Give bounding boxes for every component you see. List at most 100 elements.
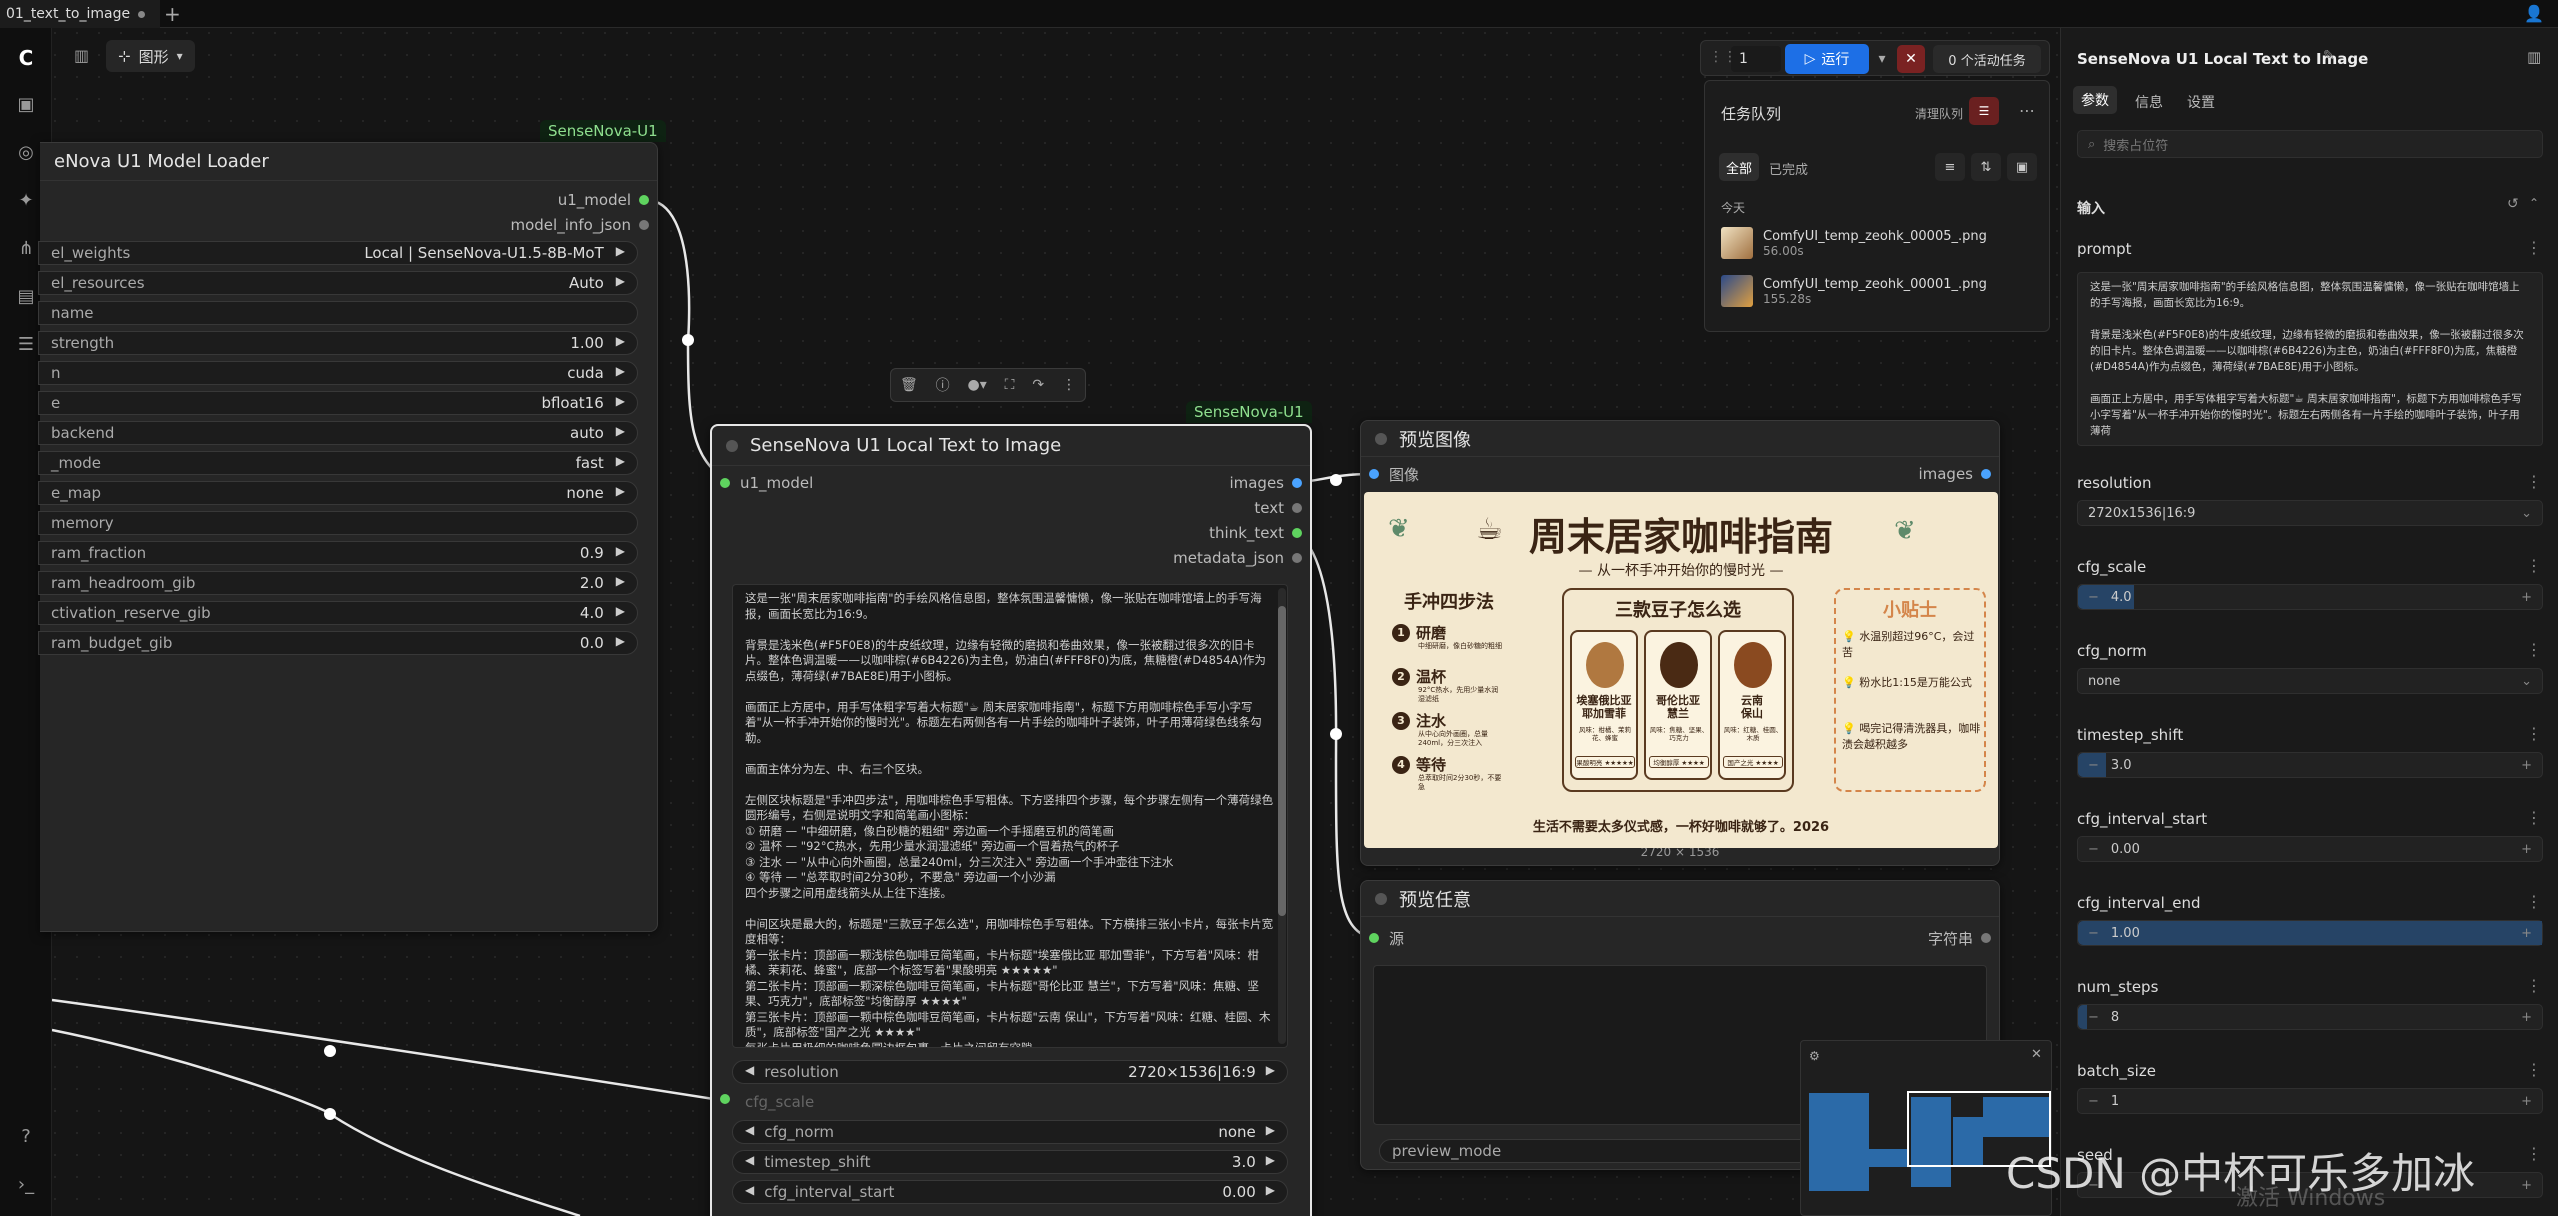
loader-widget-13[interactable]: ram_budget_gib 0.0 ▶: [38, 631, 638, 655]
t2i-widget-3[interactable]: ◀ timestep_shift 3.0 ▶: [732, 1150, 1288, 1174]
plus-icon[interactable]: +: [2521, 1094, 2532, 1109]
collapse-icon[interactable]: ⌃: [2529, 196, 2539, 210]
reset-icon[interactable]: ↺: [2507, 196, 2519, 212]
loader-widget-8[interactable]: e_map none ▶: [38, 481, 638, 505]
more-icon[interactable]: ⋯: [2019, 101, 2035, 120]
loader-widget-12[interactable]: ctivation_reserve_gib 4.0 ▶: [38, 601, 638, 625]
queue-item[interactable]: ComfyUI_temp_zeohk_00001_.png 155.28s: [1721, 271, 1987, 311]
trash-icon[interactable]: 🗑: [900, 377, 918, 393]
plus-icon[interactable]: +: [2521, 1010, 2532, 1025]
minus-icon[interactable]: −: [2088, 590, 2099, 605]
port-dot[interactable]: [1292, 503, 1302, 513]
output-images[interactable]: images: [1229, 472, 1302, 494]
close-icon[interactable]: ✕: [2031, 1047, 2042, 1062]
run-button[interactable]: ▷ 运行: [1785, 44, 1869, 74]
increment-arrow-icon[interactable]: ▶: [616, 244, 625, 262]
t2i-widget-1[interactable]: cfg_scale: [732, 1090, 1288, 1114]
input-image[interactable]: 图像: [1369, 463, 1419, 485]
loader-widget-10[interactable]: ram_fraction 0.9 ▶: [38, 541, 638, 565]
param-input-cfg_interval_start[interactable]: −0.00 +: [2077, 836, 2543, 862]
prompt-field[interactable]: 这是一张"周末居家咖啡指南"的手绘风格信息图，整体氛围温馨慵懒，像一张贴在咖啡馆…: [2077, 272, 2543, 446]
loader-widget-1[interactable]: el_resources Auto ▶: [38, 271, 638, 295]
prompt-scrollbar[interactable]: [1278, 588, 1286, 1044]
increment-arrow-icon[interactable]: ▶: [1266, 1183, 1275, 1201]
increment-arrow-icon[interactable]: ▶: [616, 544, 625, 562]
plus-icon[interactable]: +: [2521, 1178, 2532, 1193]
cfg-scale-input-dot[interactable]: [720, 1094, 730, 1104]
param-input-cfg_norm[interactable]: none ⌄: [2077, 668, 2543, 694]
tab-params[interactable]: 参数: [2073, 86, 2117, 114]
minus-icon[interactable]: −: [2088, 1010, 2099, 1025]
port-dot[interactable]: [1292, 528, 1302, 538]
more-icon[interactable]: ⋮: [2526, 724, 2542, 743]
port-dot[interactable]: [720, 478, 730, 488]
param-input-cfg_interval_end[interactable]: −1.00 +: [2077, 920, 2543, 946]
loader-widget-3[interactable]: strength 1.00 ▶: [38, 331, 638, 355]
redo-icon[interactable]: ↷: [1032, 377, 1044, 393]
run-options-chevron-icon[interactable]: ▾: [1871, 44, 1893, 74]
plus-icon[interactable]: +: [2521, 926, 2532, 941]
loader-widget-9[interactable]: memory: [38, 511, 638, 535]
more-icon[interactable]: ⋮: [2526, 238, 2542, 257]
plus-icon[interactable]: +: [2521, 758, 2532, 773]
workflow-icon[interactable]: ⋔: [12, 234, 40, 262]
comfy-logo-icon[interactable]: C: [12, 44, 40, 72]
more-icon[interactable]: ⋮: [2526, 1144, 2542, 1163]
sidebar-toggle-icon[interactable]: ▥: [74, 46, 89, 65]
increment-arrow-icon[interactable]: ▶: [616, 604, 625, 622]
increment-arrow-icon[interactable]: ▶: [616, 424, 625, 442]
output-text[interactable]: text: [1254, 497, 1302, 519]
increment-arrow-icon[interactable]: ▶: [616, 454, 625, 472]
input-source[interactable]: 源: [1369, 927, 1404, 949]
edit-icon[interactable]: ✎: [2323, 48, 2335, 64]
increment-arrow-icon[interactable]: ▶: [1266, 1123, 1275, 1141]
info-icon[interactable]: ⓘ: [936, 375, 950, 395]
nodes-icon[interactable]: ✦: [12, 186, 40, 214]
templates-icon[interactable]: ▤: [12, 282, 40, 310]
decrement-arrow-icon[interactable]: ◀: [745, 1153, 754, 1171]
param-input-batch_size[interactable]: −1 +: [2077, 1088, 2543, 1114]
increment-arrow-icon[interactable]: ▶: [616, 634, 625, 652]
output-images[interactable]: images: [1918, 463, 1991, 485]
more-icon[interactable]: ⋮: [2526, 892, 2542, 911]
plus-icon[interactable]: +: [2521, 842, 2532, 857]
more-icon[interactable]: ⋮: [2526, 640, 2542, 659]
port-dot[interactable]: [639, 195, 649, 205]
clear-queue-button[interactable]: 清理队列: [1915, 105, 1963, 122]
queue-icon[interactable]: ☰: [12, 330, 40, 358]
active-tasks-button[interactable]: 0 个活动任务: [1933, 45, 2041, 73]
loader-widget-7[interactable]: _mode fast ▶: [38, 451, 638, 475]
loader-widget-2[interactable]: name: [38, 301, 638, 325]
minus-icon[interactable]: −: [2088, 758, 2099, 773]
param-input-num_steps[interactable]: −8 +: [2077, 1004, 2543, 1030]
increment-arrow-icon[interactable]: ▶: [616, 394, 625, 412]
loader-widget-4[interactable]: n cuda ▶: [38, 361, 638, 385]
output-think-text[interactable]: think_text: [1209, 522, 1302, 544]
decrement-arrow-icon[interactable]: ◀: [745, 1063, 754, 1081]
preview-image[interactable]: 周末居家咖啡指南 — 从一杯手冲开始你的慢时光 — ❦ ☕ ❦ 手冲四步法 1研…: [1364, 492, 1998, 848]
increment-arrow-icon[interactable]: ▶: [1266, 1063, 1275, 1081]
minus-icon[interactable]: −: [2088, 1094, 2099, 1109]
more-icon[interactable]: ⋮: [1062, 377, 1076, 393]
color-icon[interactable]: ●▾: [968, 377, 987, 393]
port-dot[interactable]: [1981, 469, 1991, 479]
output-metadata-json[interactable]: metadata_json: [1173, 547, 1302, 569]
input-u1-model[interactable]: u1_model: [720, 472, 813, 494]
port-dot[interactable]: [1292, 553, 1302, 563]
batch-count-input[interactable]: 1: [1731, 46, 1781, 72]
workflow-tab[interactable]: 01_text_to_image: [0, 0, 160, 28]
prompt-textarea[interactable]: 这是一张"周末居家咖啡指南"的手绘风格信息图，整体氛围温馨慵懒，像一张贴在咖啡馆…: [732, 584, 1288, 1048]
loader-widget-5[interactable]: e bfloat16 ▶: [38, 391, 638, 415]
more-icon[interactable]: ⋮: [2526, 556, 2542, 575]
param-input-resolution[interactable]: 2720x1536|16:9 ⌄: [2077, 500, 2543, 526]
gallery-icon[interactable]: ▣: [2007, 153, 2037, 181]
add-tab-button[interactable]: +: [164, 2, 181, 26]
output-string[interactable]: 字符串: [1928, 927, 1991, 949]
plus-icon[interactable]: +: [2521, 590, 2532, 605]
increment-arrow-icon[interactable]: ▶: [616, 364, 625, 382]
loader-widget-6[interactable]: backend auto ▶: [38, 421, 638, 445]
view-mode-dropdown[interactable]: ⊹ 图形 ▾: [106, 40, 195, 72]
help-icon[interactable]: ?: [12, 1122, 40, 1150]
tab-settings[interactable]: 设置: [2187, 92, 2215, 112]
text-to-image-node[interactable]: SenseNova U1 Local Text to Image u1_mode…: [710, 424, 1312, 1216]
